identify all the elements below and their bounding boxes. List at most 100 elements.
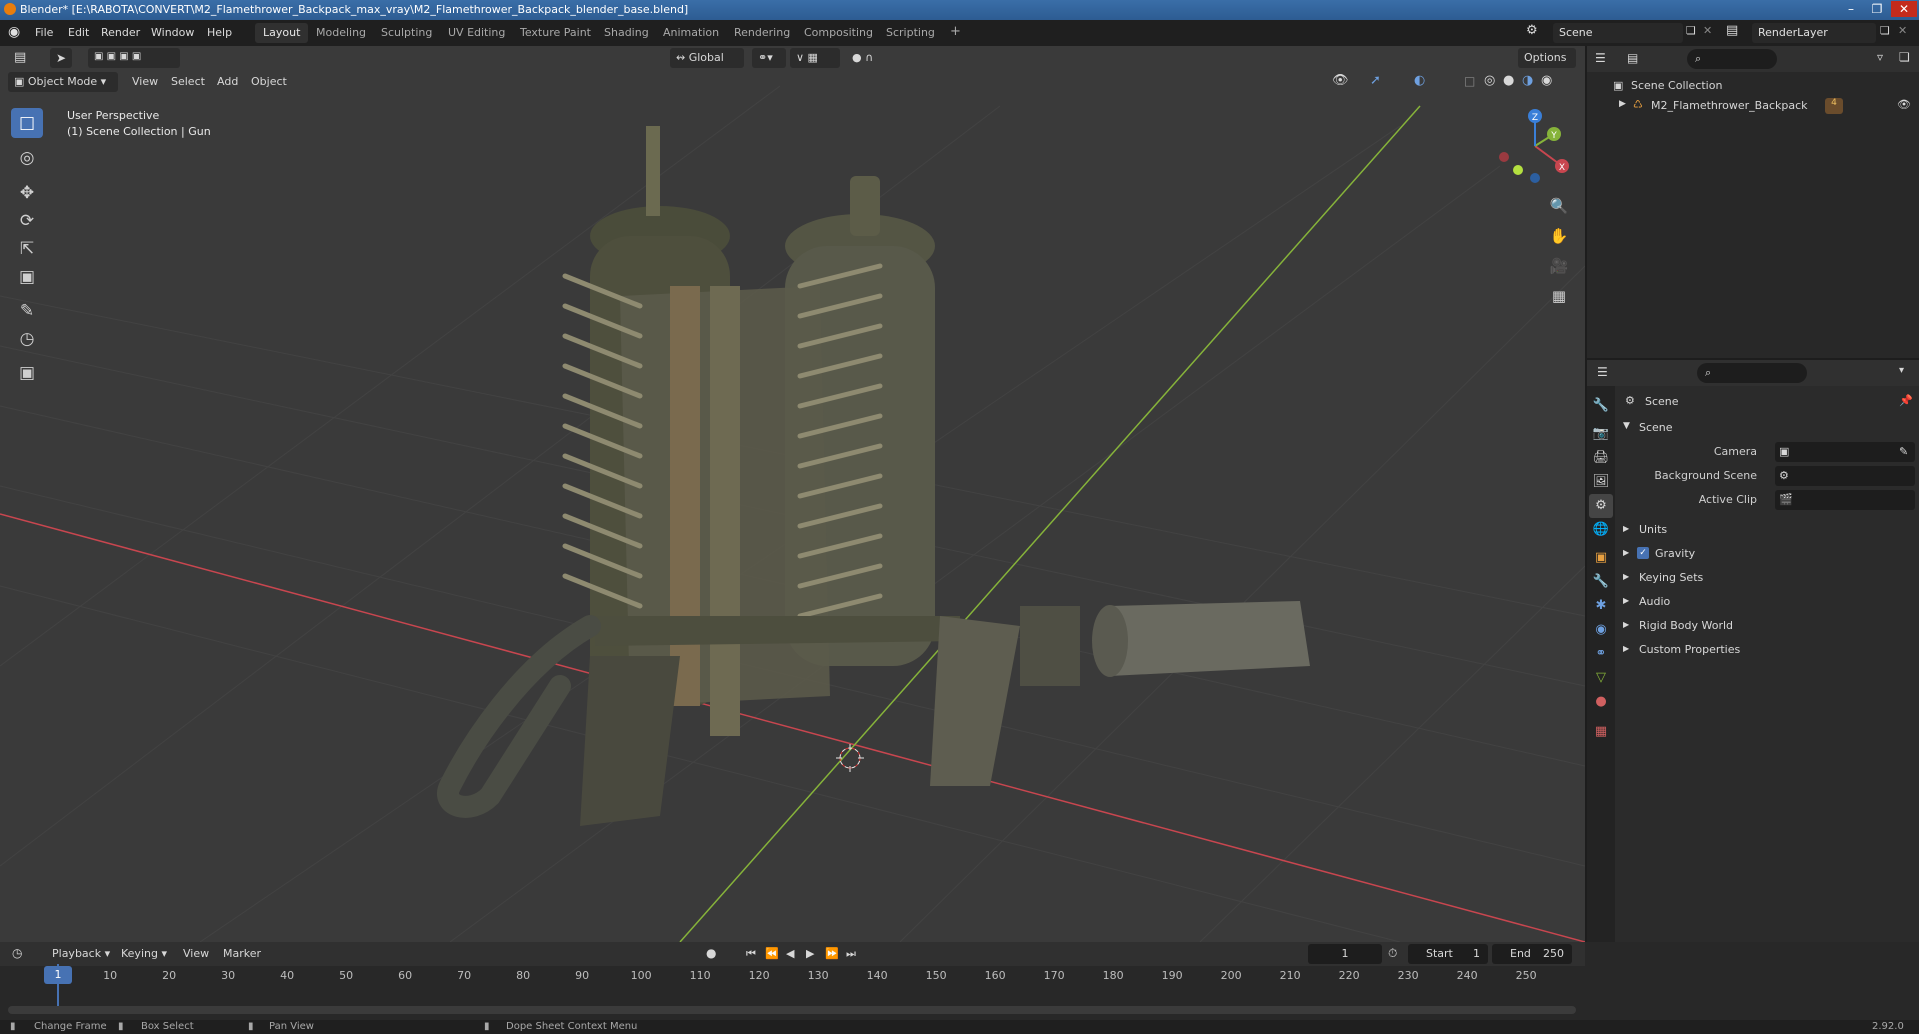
particles-tab-icon[interactable]: ✱	[1589, 594, 1613, 618]
background-scene-field[interactable]: ⚙	[1775, 466, 1915, 486]
tab-scripting[interactable]: Scripting	[878, 23, 943, 43]
data-tab-icon[interactable]: ▽	[1589, 666, 1613, 690]
keying-menu[interactable]: Keying ▾	[121, 947, 167, 960]
menu-render[interactable]: Render	[101, 26, 140, 39]
menu-select[interactable]: Select	[171, 75, 205, 88]
view-layer-icon[interactable]: ▤	[1726, 23, 1738, 38]
delete-view-layer-icon[interactable]: ✕	[1898, 24, 1907, 37]
options-dropdown[interactable]: Options	[1518, 48, 1576, 68]
outliner-editor-icon[interactable]: ☰	[1595, 51, 1606, 65]
menu-object[interactable]: Object	[251, 75, 287, 88]
new-view-layer-icon[interactable]: ❏	[1880, 24, 1890, 37]
select-box-tool[interactable]: □	[11, 108, 43, 138]
wireframe-shading-icon[interactable]: ◎	[1484, 73, 1495, 88]
annotate-tool-icon[interactable]: ✎	[11, 296, 43, 326]
timeline-ruler[interactable]: 1102030405060708090100110120130140150160…	[0, 966, 1585, 986]
keying-sets-panel-header[interactable]: ▶ Keying Sets	[1615, 566, 1919, 590]
modifier-tab-icon[interactable]: 🔧	[1589, 570, 1613, 594]
scene-selector[interactable]: Scene	[1553, 23, 1683, 43]
select-mode-icon[interactable]: ➤	[50, 48, 72, 68]
expand-arrow-icon[interactable]: ▶	[1619, 99, 1626, 109]
current-frame-field[interactable]: 1	[1308, 944, 1382, 964]
texture-tab-icon[interactable]: ▦	[1589, 720, 1613, 744]
units-panel-header[interactable]: ▶ Units	[1615, 518, 1919, 542]
rendered-shading-icon[interactable]: ◉	[1541, 73, 1552, 88]
properties-editor-icon[interactable]: ☰	[1597, 365, 1608, 379]
3d-viewport[interactable]: ▤ ➤ ▣ ▣ ▣ ▣ ↭ Global ⚭▾ ∨ ▦ ● ∩ Options …	[0, 46, 1585, 942]
blender-menu-icon[interactable]: ◉	[8, 24, 20, 40]
constraints-tab-icon[interactable]: ⚭	[1589, 642, 1613, 666]
delete-scene-icon[interactable]: ✕	[1703, 24, 1712, 37]
menu-window[interactable]: Window	[151, 26, 194, 39]
add-cube-tool-icon[interactable]: ▣	[11, 358, 43, 388]
measure-tool-icon[interactable]: ◷	[11, 324, 43, 354]
prev-keyframe-icon[interactable]: ⏪	[765, 947, 779, 960]
transform-orientation-dropdown[interactable]: ↭ Global	[670, 48, 744, 68]
menu-file[interactable]: File	[35, 26, 53, 39]
tab-shading[interactable]: Shading	[596, 23, 657, 43]
tab-texture-paint[interactable]: Texture Paint	[512, 23, 599, 43]
gravity-checkbox[interactable]: ✓	[1637, 547, 1649, 559]
minimize-button[interactable]: –	[1838, 1, 1864, 17]
gravity-panel-header[interactable]: ▶ ✓ Gravity	[1615, 542, 1919, 566]
proportional-edit-icon[interactable]: ● ∩	[846, 48, 886, 68]
output-tab-icon[interactable]: 🖨	[1589, 446, 1613, 470]
visibility-icon[interactable]: 👁	[1332, 73, 1349, 88]
menu-help[interactable]: Help	[207, 26, 232, 39]
start-frame-field[interactable]: Start 1	[1408, 944, 1488, 964]
outliner-search-input[interactable]: ⌕	[1687, 49, 1777, 69]
next-keyframe-icon[interactable]: ⏩	[825, 947, 839, 960]
mode-dropdown[interactable]: ▣ Object Mode ▾	[8, 72, 118, 92]
menu-add[interactable]: Add	[217, 75, 238, 88]
view-layer-tab-icon[interactable]: 🖼	[1589, 470, 1613, 494]
cursor-tool-icon[interactable]: ◎	[11, 143, 43, 173]
filter-icon[interactable]: ▿	[1877, 50, 1883, 64]
tab-sculpting[interactable]: Sculpting	[373, 23, 440, 43]
outliner-row-flamethrower[interactable]: ▶ ♺ M2_Flamethrower_Backpack 4 👁	[1587, 96, 1919, 116]
zoom-icon[interactable]: 🔍	[1545, 192, 1573, 220]
active-clip-field[interactable]: 🎬	[1775, 490, 1915, 510]
physics-tab-icon[interactable]: ◉	[1589, 618, 1613, 642]
add-workspace-button[interactable]: +	[942, 21, 969, 41]
menu-edit[interactable]: Edit	[68, 26, 89, 39]
pin-icon[interactable]: 📌	[1899, 394, 1913, 407]
rigid-body-panel-header[interactable]: ▶ Rigid Body World	[1615, 614, 1919, 638]
properties-options-icon[interactable]: ▾	[1899, 365, 1904, 376]
move-tool-icon[interactable]: ✥	[11, 178, 43, 208]
visibility-eye-icon[interactable]: 👁	[1897, 98, 1911, 111]
overlays-icon[interactable]: ◐	[1414, 73, 1425, 88]
object-tab-icon[interactable]: ▣	[1589, 546, 1613, 570]
tab-uv-editing[interactable]: UV Editing	[440, 23, 513, 43]
scene-icon[interactable]: ⚙	[1526, 23, 1538, 38]
pivot-point-icon[interactable]: ⚭▾	[752, 48, 786, 68]
navigation-gizmo[interactable]: X Y Z	[1490, 106, 1580, 186]
new-scene-icon[interactable]: ❏	[1686, 24, 1696, 37]
pan-hand-icon[interactable]: ✋	[1545, 222, 1573, 250]
play-icon[interactable]: ▶	[806, 947, 814, 960]
viewport-scene[interactable]	[0, 46, 1585, 942]
tool-tab-icon[interactable]: 🔧	[1589, 394, 1613, 418]
timeline-editor-icon[interactable]: ◷	[12, 946, 22, 960]
maximize-button[interactable]: ❐	[1864, 1, 1890, 17]
snap-icon[interactable]: ∨ ▦	[790, 48, 840, 68]
scale-tool-icon[interactable]: ⇱	[11, 234, 43, 264]
xray-icon[interactable]: □	[1464, 74, 1475, 88]
display-mode-icon[interactable]: ▤	[1627, 51, 1638, 65]
end-frame-field[interactable]: End 250	[1492, 944, 1572, 964]
audio-panel-header[interactable]: ▶ Audio	[1615, 590, 1919, 614]
new-collection-icon[interactable]: ❏	[1899, 50, 1910, 64]
render-tab-icon[interactable]: 📷	[1589, 422, 1613, 446]
outliner-row-scene-collection[interactable]: ▣ Scene Collection	[1587, 76, 1919, 96]
jump-end-icon[interactable]: ⏭	[846, 947, 856, 961]
stopwatch-icon[interactable]: ⏱	[1388, 946, 1397, 961]
material-tab-icon[interactable]: ●	[1589, 690, 1613, 714]
playback-menu[interactable]: Playback ▾	[52, 947, 110, 960]
transform-tool-icon[interactable]: ▣	[11, 262, 43, 292]
jump-start-icon[interactable]: ⏮	[746, 947, 756, 961]
tab-layout[interactable]: Layout	[255, 23, 309, 43]
marker-menu[interactable]: Marker	[223, 947, 261, 960]
tab-animation[interactable]: Animation	[655, 23, 727, 43]
view-layer-selector[interactable]: RenderLayer	[1752, 23, 1876, 43]
tab-compositing[interactable]: Compositing	[796, 23, 881, 43]
tab-modeling[interactable]: Modeling	[308, 23, 374, 43]
